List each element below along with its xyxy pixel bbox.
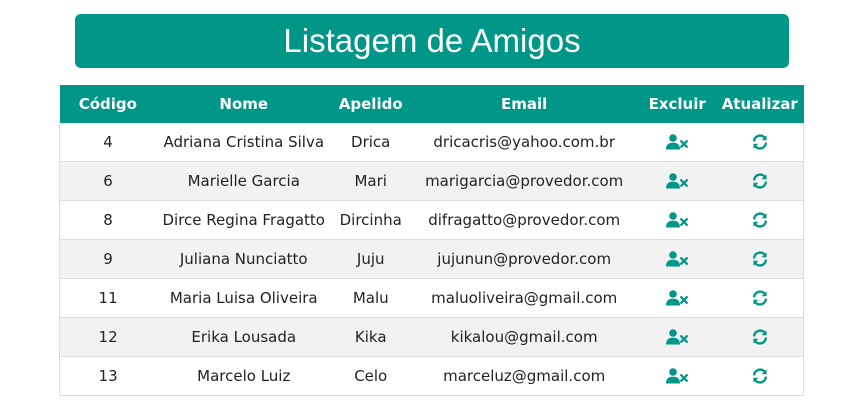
table-row: 8 Dirce Regina Fragatto Dircinha difraga… xyxy=(59,200,805,240)
header-codigo: Código xyxy=(59,85,157,123)
header-email: Email xyxy=(410,85,639,123)
cell-atualizar xyxy=(716,239,805,279)
table-row: 12 Erika Lousada Kika kikalou@gmail.com xyxy=(59,317,805,357)
header-apelido: Apelido xyxy=(331,85,411,123)
header-atualizar: Atualizar xyxy=(716,85,804,123)
cell-excluir xyxy=(638,161,717,201)
user-times-icon[interactable] xyxy=(665,131,689,153)
cell-excluir xyxy=(638,239,717,279)
cell-nome: Erika Lousada xyxy=(156,317,332,357)
cell-atualizar xyxy=(716,123,805,162)
header-row: Código Nome Apelido Email Excluir Atuali… xyxy=(59,85,804,123)
page-title: Listagem de Amigos xyxy=(75,14,789,68)
cell-nome: Maria Luisa Oliveira xyxy=(156,278,332,318)
cell-atualizar xyxy=(716,317,805,357)
table-row: 6 Marielle Garcia Mari marigarcia@proved… xyxy=(59,161,805,201)
table-row: 4 Adriana Cristina Silva Drica dricacris… xyxy=(59,123,805,162)
cell-excluir xyxy=(638,317,717,357)
cell-codigo: 13 xyxy=(59,356,157,396)
cell-excluir xyxy=(638,200,717,240)
user-times-icon[interactable] xyxy=(665,365,689,387)
cell-nome: Marcelo Luiz xyxy=(156,356,332,396)
cell-apelido: Drica xyxy=(331,123,411,162)
cell-nome: Dirce Regina Fragatto xyxy=(156,200,332,240)
cell-codigo: 11 xyxy=(59,278,157,318)
cell-apelido: Celo xyxy=(331,356,411,396)
header-excluir: Excluir xyxy=(638,85,717,123)
table-row: 11 Maria Luisa Oliveira Malu maluoliveir… xyxy=(59,278,805,318)
cell-email: marceluz@gmail.com xyxy=(410,356,639,396)
header-nome: Nome xyxy=(156,85,332,123)
cell-email: kikalou@gmail.com xyxy=(410,317,639,357)
cell-nome: Juliana Nunciatto xyxy=(156,239,332,279)
cell-atualizar xyxy=(716,161,805,201)
refresh-icon[interactable] xyxy=(748,131,772,153)
cell-atualizar xyxy=(716,278,805,318)
cell-email: dricacris@yahoo.com.br xyxy=(410,123,639,162)
refresh-icon[interactable] xyxy=(748,365,772,387)
cell-apelido: Kika xyxy=(331,317,411,357)
table-body: 4 Adriana Cristina Silva Drica dricacris… xyxy=(59,123,805,396)
user-times-icon[interactable] xyxy=(665,326,689,348)
cell-codigo: 12 xyxy=(59,317,157,357)
cell-email: maluoliveira@gmail.com xyxy=(410,278,639,318)
cell-codigo: 9 xyxy=(59,239,157,279)
user-times-icon[interactable] xyxy=(665,170,689,192)
cell-codigo: 4 xyxy=(59,123,157,162)
cell-apelido: Juju xyxy=(331,239,411,279)
refresh-icon[interactable] xyxy=(748,209,772,231)
cell-nome: Adriana Cristina Silva xyxy=(156,123,332,162)
page: Listagem de Amigos Código Nome Apelido E… xyxy=(0,0,845,420)
refresh-icon[interactable] xyxy=(748,170,772,192)
cell-excluir xyxy=(638,278,717,318)
cell-email: jujunun@provedor.com xyxy=(410,239,639,279)
cell-email: marigarcia@provedor.com xyxy=(410,161,639,201)
refresh-icon[interactable] xyxy=(748,248,772,270)
cell-codigo: 8 xyxy=(59,200,157,240)
cell-excluir xyxy=(638,123,717,162)
refresh-icon[interactable] xyxy=(748,326,772,348)
refresh-icon[interactable] xyxy=(748,287,772,309)
cell-email: difragatto@provedor.com xyxy=(410,200,639,240)
cell-atualizar xyxy=(716,356,805,396)
table-row: 9 Juliana Nunciatto Juju jujunun@provedo… xyxy=(59,239,805,279)
cell-nome: Marielle Garcia xyxy=(156,161,332,201)
cell-apelido: Malu xyxy=(331,278,411,318)
friends-table: Código Nome Apelido Email Excluir Atuali… xyxy=(59,85,805,396)
cell-excluir xyxy=(638,356,717,396)
cell-atualizar xyxy=(716,200,805,240)
table-row: 13 Marcelo Luiz Celo marceluz@gmail.com xyxy=(59,356,805,396)
cell-apelido: Mari xyxy=(331,161,411,201)
user-times-icon[interactable] xyxy=(665,209,689,231)
user-times-icon[interactable] xyxy=(665,287,689,309)
cell-apelido: Dircinha xyxy=(331,200,411,240)
table-header: Código Nome Apelido Email Excluir Atuali… xyxy=(59,85,804,123)
user-times-icon[interactable] xyxy=(665,248,689,270)
cell-codigo: 6 xyxy=(59,161,157,201)
